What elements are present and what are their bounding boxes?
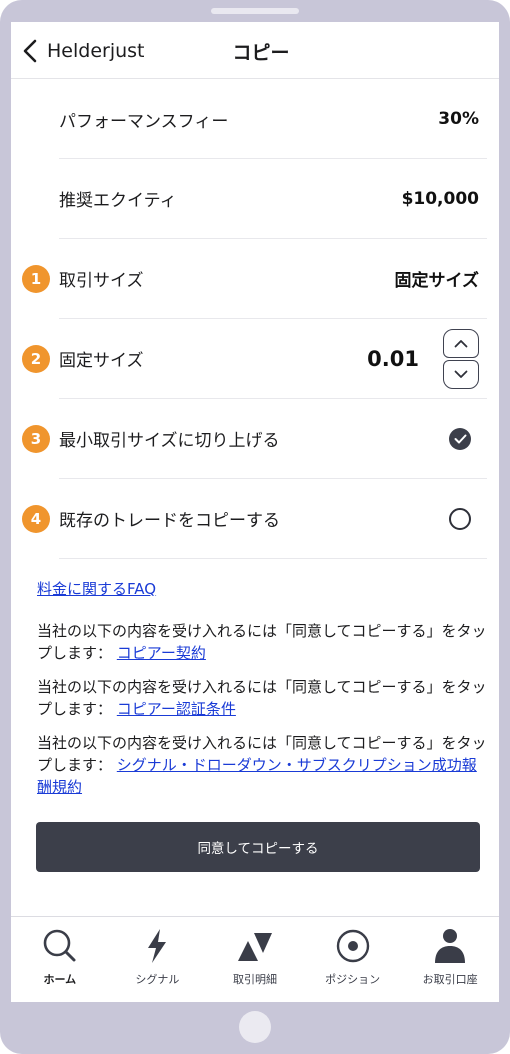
nav-history[interactable]: 取引明細 [206, 917, 304, 1002]
recommended-equity-row: 推奨エクイティ $10,000 [59, 159, 487, 239]
fixed-size-row: 2 固定サイズ 0.01 [22, 319, 487, 399]
copy-existing-label: 既存のトレードをコピーする [59, 511, 280, 531]
chevron-up-icon [454, 340, 468, 348]
performance-fee-value: 30% [438, 109, 479, 129]
terms-text-2: 当社の以下の内容を受け入れるには「同意してコピーする」をタップします： [37, 678, 487, 718]
recommended-equity-label: 推奨エクイティ [59, 191, 177, 211]
page-title: コピー [232, 42, 290, 64]
step-badge-3: 3 [22, 424, 50, 453]
fixed-size-value[interactable]: 0.01 [367, 347, 419, 371]
person-icon [435, 929, 466, 963]
back-label: Helderjust [47, 40, 145, 62]
agree-and-copy-button[interactable]: 同意してコピーする [36, 822, 480, 872]
lightning-icon [148, 929, 167, 963]
step-badge-2: 2 [22, 344, 50, 373]
copier-agreement-link[interactable]: コピアー契約 [117, 644, 206, 662]
bottom-nav: ホーム シグナル 取引明細 ポジション お取引口座 [11, 916, 499, 1002]
nav-header: Helderjust コピー [11, 22, 499, 79]
target-circle-icon [336, 929, 369, 963]
performance-fee-label: パフォーマンスフィー [59, 111, 229, 132]
up-down-triangles-icon [237, 933, 272, 961]
search-icon [43, 929, 76, 962]
step-badge-4: 4 [22, 504, 50, 533]
nav-account-label: お取引口座 [422, 973, 478, 986]
device-speaker [211, 8, 299, 14]
nav-positions[interactable]: ポジション [304, 917, 402, 1002]
fixed-size-stepper [443, 329, 479, 389]
nav-history-label: 取引明細 [232, 973, 277, 986]
performance-fee-row: パフォーマンスフィー 30% [59, 80, 487, 159]
nav-signals[interactable]: シグナル [109, 917, 207, 1002]
copy-existing-checkbox[interactable] [449, 507, 471, 530]
checkmark-icon [454, 434, 466, 443]
device-home-button[interactable] [239, 1011, 271, 1043]
round-up-checkbox[interactable] [449, 427, 471, 450]
nav-home-label: ホーム [43, 973, 77, 986]
nav-positions-label: ポジション [325, 973, 381, 986]
trade-size-row[interactable]: 1 取引サイズ 固定サイズ [22, 239, 487, 319]
terms-paragraph-3: 当社の以下の内容を受け入れるには「同意してコピーする」をタップします： シグナル… [37, 732, 487, 798]
trade-size-value[interactable]: 固定サイズ [395, 266, 480, 291]
device-frame: Helderjust コピー パフォーマンスフィー 30% 推奨エクイティ $1… [0, 0, 510, 1054]
chevron-down-icon [454, 370, 468, 378]
terms-text-1: 当社の以下の内容を受け入れるには「同意してコピーする」をタップします： [37, 622, 487, 662]
app-screen: Helderjust コピー パフォーマンスフィー 30% 推奨エクイティ $1… [11, 22, 499, 1002]
recommended-equity-value: $10,000 [401, 188, 479, 209]
step-badge-1: 1 [22, 264, 50, 293]
copier-certification-link[interactable]: コピアー認証条件 [117, 700, 236, 718]
increment-button[interactable] [443, 329, 479, 358]
decrement-button[interactable] [443, 360, 479, 389]
fixed-size-label: 固定サイズ [59, 351, 144, 371]
round-up-label: 最小取引サイズに切り上げる [59, 431, 280, 451]
copy-existing-row[interactable]: 4 既存のトレードをコピーする [22, 479, 487, 559]
nav-home[interactable]: ホーム [11, 917, 109, 1002]
chevron-left-icon [23, 39, 37, 63]
round-up-row[interactable]: 3 最小取引サイズに切り上げる [22, 399, 487, 479]
nav-signals-label: シグナル [135, 973, 180, 986]
trade-size-label: 取引サイズ [59, 271, 144, 291]
fee-faq-link[interactable]: 料金に関するFAQ [37, 578, 156, 599]
terms-paragraph-2: 当社の以下の内容を受け入れるには「同意してコピーする」をタップします： コピアー… [37, 676, 487, 720]
back-button[interactable]: Helderjust [21, 36, 145, 66]
nav-account[interactable]: お取引口座 [401, 917, 499, 1002]
terms-paragraph-1: 当社の以下の内容を受け入れるには「同意してコピーする」をタップします： コピアー… [37, 620, 487, 664]
